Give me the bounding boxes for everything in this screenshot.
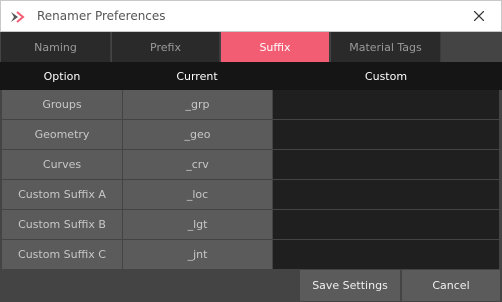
custom-input[interactable] <box>273 90 499 119</box>
custom-input[interactable] <box>273 180 499 209</box>
table-row: Groups _grp <box>0 90 502 120</box>
option-cell: Custom Suffix C <box>2 240 122 269</box>
table-row: Custom Suffix C _jnt <box>0 240 502 270</box>
current-cell: _loc <box>123 180 272 209</box>
option-cell: Custom Suffix A <box>2 180 122 209</box>
column-header-current: Current <box>176 69 218 83</box>
option-cell: Groups <box>2 90 122 119</box>
current-cell: _geo <box>123 120 272 149</box>
option-cell: Custom Suffix B <box>2 210 122 239</box>
footer-bar: Save Settings Cancel <box>0 270 502 302</box>
table-row: Curves _crv <box>0 150 502 180</box>
tab-naming[interactable]: Naming <box>1 32 111 62</box>
custom-input[interactable] <box>273 150 499 179</box>
tab-bar: Naming Prefix Suffix Material Tags <box>0 32 502 62</box>
tab-material-tags[interactable]: Material Tags <box>331 32 441 62</box>
custom-input[interactable] <box>273 240 499 269</box>
table-header: Option Current Custom <box>0 62 502 90</box>
app-logo-icon <box>9 9 25 25</box>
current-cell: _jnt <box>123 240 272 269</box>
cancel-button[interactable]: Cancel <box>402 270 500 301</box>
option-cell: Geometry <box>2 120 122 149</box>
close-icon <box>474 11 484 21</box>
table-row: Custom Suffix A _loc <box>0 180 502 210</box>
suffix-table: Groups _grp Geometry _geo Curves _crv Cu… <box>0 90 502 270</box>
custom-input[interactable] <box>273 120 499 149</box>
table-row: Geometry _geo <box>0 120 502 150</box>
window-title: Renamer Preferences <box>37 9 166 23</box>
current-cell: _crv <box>123 150 272 179</box>
current-cell: _grp <box>123 90 272 119</box>
close-button[interactable] <box>457 1 501 31</box>
tab-suffix[interactable]: Suffix <box>221 32 330 62</box>
preferences-window: Renamer Preferences Naming Prefix Suffix… <box>0 0 502 302</box>
column-header-custom: Custom <box>364 69 408 83</box>
tab-prefix[interactable]: Prefix <box>112 32 220 62</box>
current-cell: _lgt <box>123 210 272 239</box>
option-cell: Curves <box>2 150 122 179</box>
save-settings-button[interactable]: Save Settings <box>300 270 400 301</box>
custom-input[interactable] <box>273 210 499 239</box>
table-row: Custom Suffix B _lgt <box>0 210 502 240</box>
column-header-option: Option <box>43 69 81 83</box>
title-bar: Renamer Preferences <box>0 0 502 32</box>
